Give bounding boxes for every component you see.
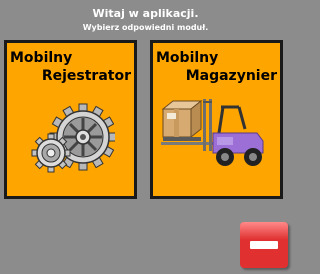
app-window: { "header": { "title": "Witaj w aplikacj… [0, 0, 291, 274]
select-module-subtitle: Wybierz odpowiedni moduł. [82, 23, 209, 32]
module-title-line2: Magazynier [185, 68, 277, 84]
gears-icon [31, 103, 115, 173]
forklift-icon [161, 99, 264, 166]
module-title-line1: Mobilny [156, 50, 219, 66]
module-title-line1: Mobilny [10, 50, 73, 66]
exit-button-highlight [240, 222, 288, 240]
module-tile-mobilny-magazynier[interactable]: Mobilny Magazynier [150, 40, 283, 199]
module-title-line2: Rejestrator [41, 68, 131, 84]
module-tile-mobilny-rejestrator[interactable]: Mobilny Rejestrator [4, 40, 137, 199]
minus-icon [250, 241, 278, 249]
exit-button[interactable] [240, 222, 288, 268]
welcome-title: Witaj w aplikacji. [92, 7, 199, 20]
